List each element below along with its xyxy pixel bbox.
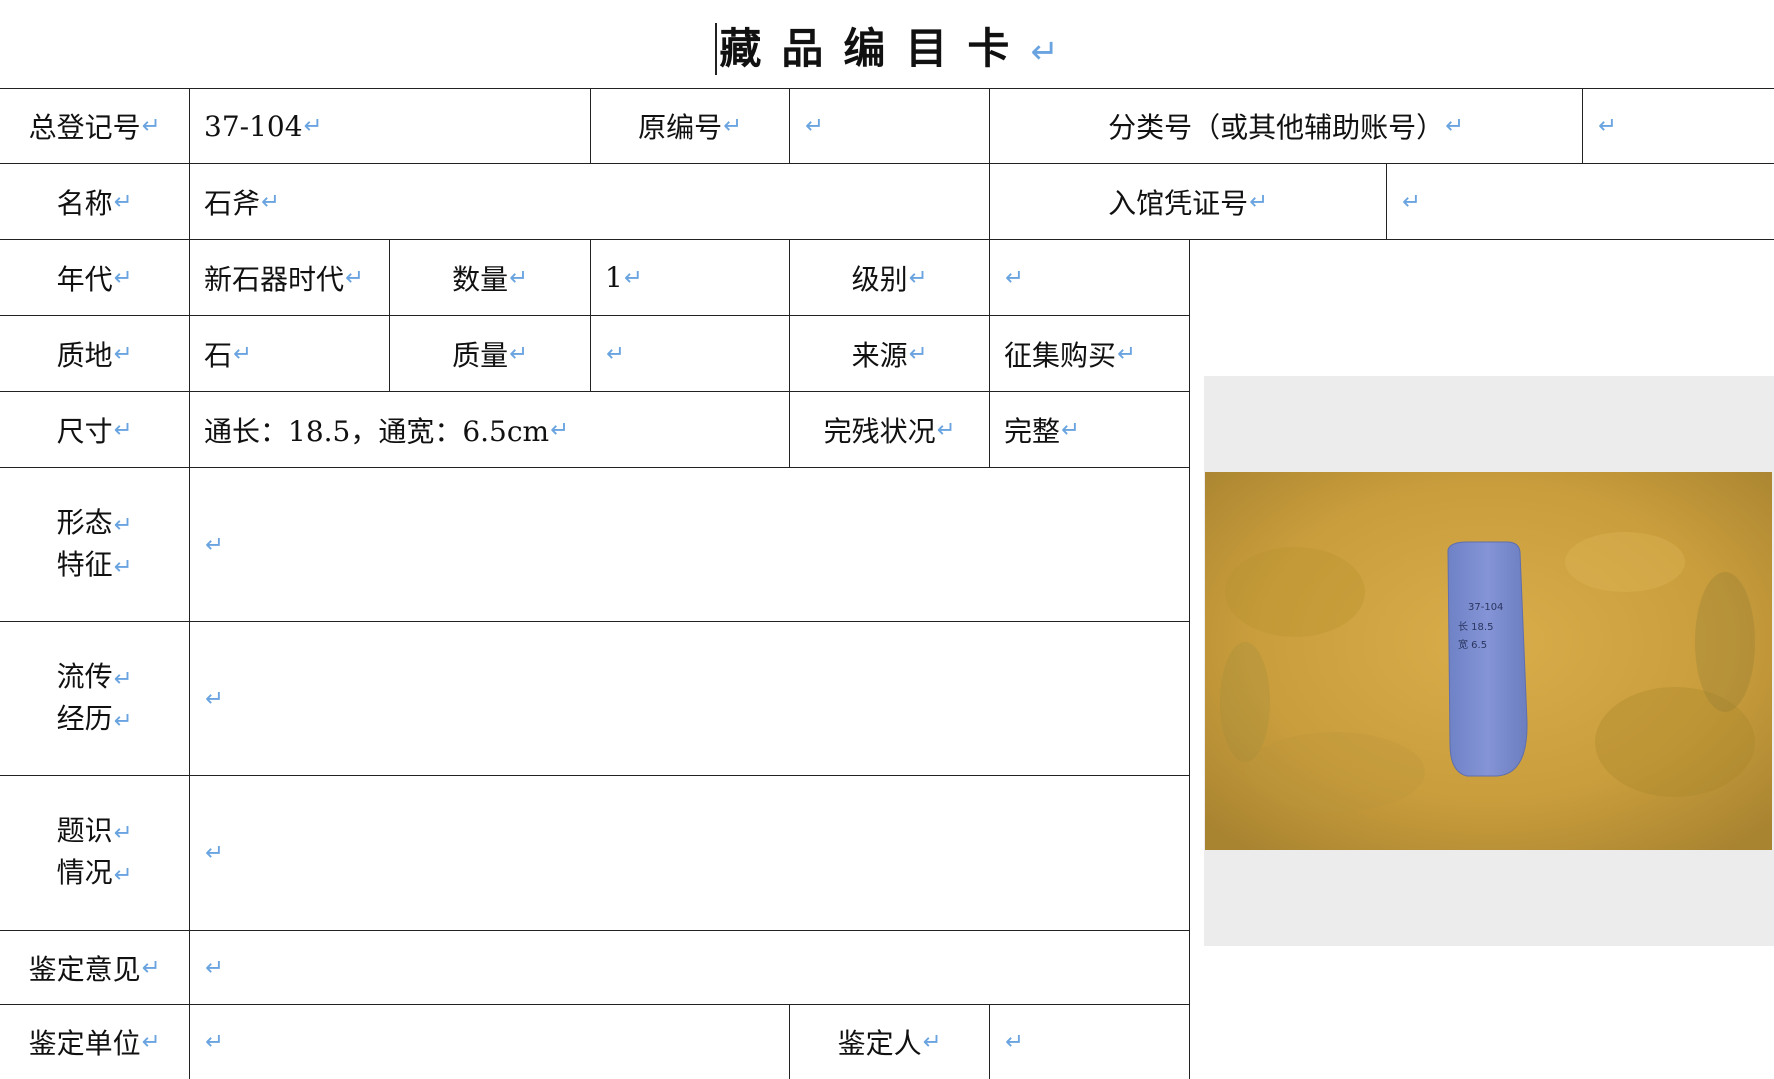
appraiser-label: 鉴定人 ↵	[790, 1005, 990, 1079]
paragraph-mark-icon: ↵	[922, 1029, 942, 1055]
appraisal-opinion-label: 鉴定意见 ↵	[0, 931, 190, 1005]
axe-inscription-number: 37-104	[1468, 602, 1503, 613]
paragraph-mark-icon: ↵	[261, 188, 280, 215]
paragraph-mark-icon: ↵	[1445, 113, 1464, 139]
appraiser-value[interactable]: ↵	[990, 1005, 1190, 1079]
orig-no-value[interactable]: ↵	[790, 89, 990, 164]
name-label: 名称 ↵	[0, 164, 190, 240]
paragraph-mark-icon: ↵	[1005, 264, 1024, 291]
quantity-value[interactable]: 1 ↵	[591, 240, 790, 316]
paragraph-mark-icon: ↵	[113, 416, 133, 443]
paragraph-mark-icon: ↵	[141, 1029, 161, 1055]
provenance-value[interactable]: ↵	[190, 622, 1190, 776]
paragraph-mark-icon: ↵	[345, 264, 364, 291]
era-value[interactable]: 新石器时代 ↵	[190, 240, 390, 316]
mass-value[interactable]: ↵	[591, 316, 790, 392]
inscription-value[interactable]: ↵	[190, 776, 1190, 931]
voucher-value[interactable]: ↵	[1387, 164, 1774, 240]
grade-label: 级别 ↵	[790, 240, 990, 316]
class-no-label: 分类号（或其他辅助账号） ↵	[990, 89, 1583, 164]
paragraph-mark-icon: ↵	[141, 113, 161, 139]
era-label: 年代 ↵	[0, 240, 190, 316]
card-title: 藏品编目卡↵	[0, 14, 1774, 84]
paragraph-mark-icon: ↵	[1030, 32, 1059, 71]
paragraph-mark-icon: ↵	[205, 840, 224, 866]
paragraph-mark-icon: ↵	[205, 1029, 224, 1055]
condition-label: 完残状况 ↵	[790, 392, 990, 468]
paragraph-mark-icon: ↵	[205, 685, 224, 712]
paragraph-mark-icon: ↵	[113, 862, 133, 888]
paragraph-mark-icon: ↵	[113, 188, 133, 215]
morphology-value[interactable]: ↵	[190, 468, 1190, 622]
morphology-label: 形态↵ 特征↵	[0, 468, 190, 622]
mass-label: 质量 ↵	[390, 316, 591, 392]
paragraph-mark-icon: ↵	[113, 665, 133, 692]
paragraph-mark-icon: ↵	[550, 416, 569, 443]
paragraph-mark-icon: ↵	[908, 340, 928, 367]
axe-inscription-length: 长 18.5	[1458, 621, 1493, 633]
paragraph-mark-icon: ↵	[509, 264, 528, 291]
paragraph-mark-icon: ↵	[509, 340, 528, 367]
paragraph-mark-icon: ↵	[623, 264, 643, 291]
paragraph-mark-icon: ↵	[113, 820, 133, 846]
paragraph-mark-icon: ↵	[1402, 188, 1421, 215]
paragraph-mark-icon: ↵	[606, 340, 625, 367]
name-value[interactable]: 石斧 ↵	[190, 164, 990, 240]
paragraph-mark-icon: ↵	[113, 264, 133, 291]
appraisal-opinion-value[interactable]: ↵	[190, 931, 1190, 1005]
paragraph-mark-icon: ↵	[1005, 1029, 1024, 1055]
paragraph-mark-icon: ↵	[936, 416, 956, 443]
paragraph-mark-icon: ↵	[205, 531, 224, 558]
paragraph-mark-icon: ↵	[113, 553, 133, 580]
stone-axe-photo[interactable]: 37-104 长 18.5 宽 6.5	[1205, 472, 1772, 850]
paragraph-mark-icon: ↵	[113, 340, 133, 367]
provenance-label: 流传↵ 经历↵	[0, 622, 190, 776]
paragraph-mark-icon: ↵	[303, 113, 323, 139]
inscription-label: 题识↵ 情况↵	[0, 776, 190, 931]
paragraph-mark-icon: ↵	[113, 707, 133, 734]
card-title-text: 藏品编目卡	[719, 24, 1030, 73]
total-reg-value[interactable]: 37-104 ↵	[190, 89, 591, 164]
condition-value[interactable]: 完整 ↵	[990, 392, 1190, 468]
paragraph-mark-icon: ↵	[141, 954, 161, 981]
paragraph-mark-icon: ↵	[1117, 340, 1136, 367]
source-label: 来源 ↵	[790, 316, 990, 392]
grade-value[interactable]: ↵	[990, 240, 1190, 316]
paragraph-mark-icon: ↵	[1598, 113, 1617, 139]
appraisal-unit-label: 鉴定单位 ↵	[0, 1005, 190, 1079]
axe-inscription-width: 宽 6.5	[1458, 638, 1487, 651]
size-value[interactable]: 通长：18.5，通宽：6.5cm ↵	[190, 392, 790, 468]
total-reg-label: 总登记号 ↵	[0, 89, 190, 164]
paragraph-mark-icon: ↵	[233, 340, 252, 367]
quantity-label: 数量 ↵	[390, 240, 591, 316]
paragraph-mark-icon: ↵	[1249, 188, 1268, 215]
paragraph-mark-icon: ↵	[723, 113, 742, 139]
voucher-label: 入馆凭证号 ↵	[990, 164, 1387, 240]
paragraph-mark-icon: ↵	[113, 511, 133, 538]
source-value[interactable]: 征集购买 ↵	[990, 316, 1190, 392]
orig-no-label: 原编号 ↵	[591, 89, 790, 164]
size-label: 尺寸 ↵	[0, 392, 190, 468]
material-value[interactable]: 石 ↵	[190, 316, 390, 392]
text-cursor	[715, 22, 718, 75]
paragraph-mark-icon: ↵	[205, 954, 224, 981]
appraisal-unit-value[interactable]: ↵	[190, 1005, 790, 1079]
paragraph-mark-icon: ↵	[805, 113, 824, 139]
material-label: 质地 ↵	[0, 316, 190, 392]
class-no-value[interactable]: ↵	[1583, 89, 1774, 164]
paragraph-mark-icon: ↵	[1061, 416, 1080, 443]
paragraph-mark-icon: ↵	[908, 264, 928, 291]
